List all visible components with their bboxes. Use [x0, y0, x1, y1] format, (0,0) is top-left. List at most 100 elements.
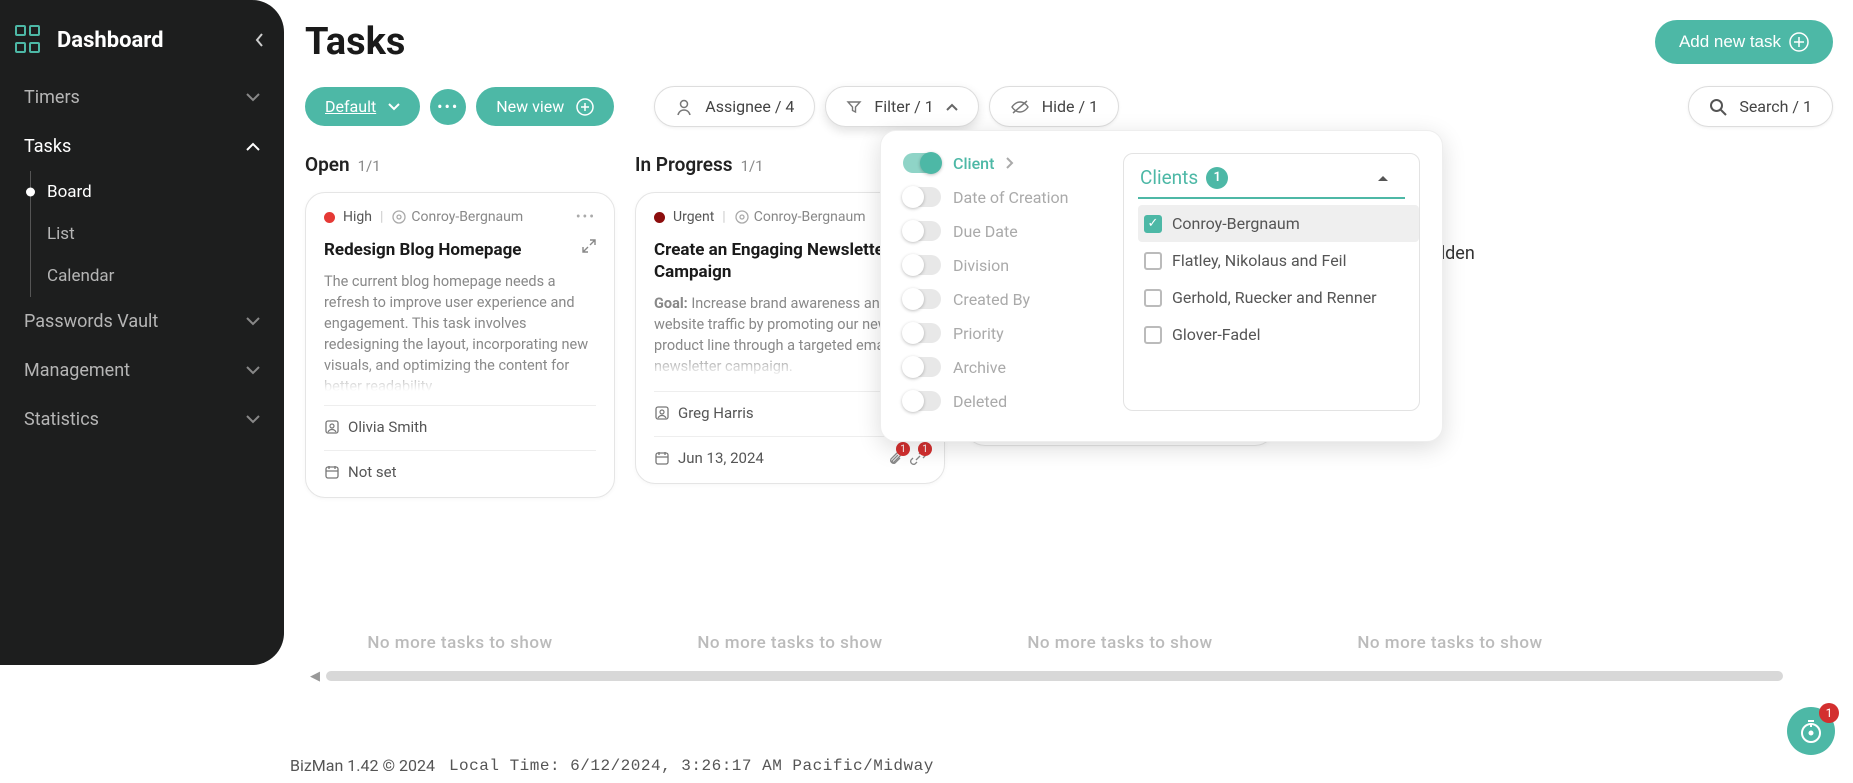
client-name: Conroy-Bergnaum [411, 209, 523, 225]
card-description: The current blog homepage needs a refres… [324, 271, 596, 391]
filter-option-client[interactable]: Client [903, 153, 1103, 173]
toggle[interactable] [903, 289, 941, 309]
client-option[interactable]: Glover-Fadel [1138, 316, 1419, 353]
filter-option-deleted[interactable]: Deleted [903, 391, 1103, 411]
filter-option-created-by[interactable]: Created By [903, 289, 1103, 309]
hide-button[interactable]: Hide / 1 [989, 86, 1119, 127]
sidebar-subitem-label: Calendar [47, 266, 114, 286]
filter-option-priority[interactable]: Priority [903, 323, 1103, 343]
page-title: Tasks [305, 20, 405, 64]
sidebar-collapse-button[interactable] [254, 32, 264, 48]
filter-option-archive[interactable]: Archive [903, 357, 1103, 377]
search-button[interactable]: Search / 1 [1688, 86, 1833, 127]
sidebar-item-calendar[interactable]: Calendar [31, 255, 284, 297]
timer-fab-button[interactable]: 1 [1787, 707, 1835, 755]
filter-option-label: Client [953, 154, 994, 173]
app-logo-icon [15, 25, 45, 55]
scrollbar-track[interactable] [326, 671, 1783, 681]
card-assignee-row: Olivia Smith [324, 405, 596, 436]
clients-list[interactable]: ✓Conroy-Bergnaum Flatley, Nikolaus and F… [1138, 205, 1419, 353]
expand-button[interactable] [582, 239, 596, 253]
sidebar-item-management[interactable]: Management [0, 346, 284, 395]
client-option[interactable]: Flatley, Nikolaus and Feil [1138, 242, 1419, 279]
view-selector-default[interactable]: Default [305, 87, 420, 126]
plus-circle-icon [576, 98, 594, 116]
column-header: Open 1/1 [305, 153, 615, 176]
toggle[interactable] [903, 187, 941, 207]
sidebar-item-list[interactable]: List [31, 213, 284, 255]
assignee-label: Assignee / 4 [705, 97, 794, 116]
sidebar-item-label: Management [24, 360, 130, 381]
priority-label: High [343, 209, 372, 225]
filter-button[interactable]: Filter / 1 [825, 86, 978, 127]
sidebar-subitem-label: List [47, 224, 75, 244]
badge-count: 1 [896, 442, 910, 456]
clients-header[interactable]: Clients 1 [1138, 166, 1405, 199]
client-icon [734, 209, 750, 225]
column-title: In Progress [635, 153, 733, 176]
assignee-name: Greg Harris [678, 404, 754, 422]
chevron-left-icon [254, 32, 264, 48]
checkbox-icon: ✓ [1144, 215, 1162, 233]
sidebar-item-label: Passwords Vault [24, 311, 158, 332]
filter-option-label: Division [953, 256, 1009, 275]
sidebar-item-passwords-vault[interactable]: Passwords Vault [0, 297, 284, 346]
horizontal-scrollbar[interactable]: ◀ [310, 669, 1783, 683]
task-card[interactable]: High | Conroy-Bergnaum ••• Redesign Blog… [305, 192, 615, 498]
local-time: Local Time: 6/12/2024, 3:26:17 AM Pacifi… [449, 757, 934, 775]
filter-options-list: Client Date of Creation Due Date Divisio… [903, 153, 1103, 411]
view-more-button[interactable]: ••• [430, 89, 466, 125]
filter-option-due-date[interactable]: Due Date [903, 221, 1103, 241]
filter-option-date-creation[interactable]: Date of Creation [903, 187, 1103, 207]
sidebar-item-timers[interactable]: Timers [0, 73, 284, 122]
new-view-button[interactable]: New view [476, 87, 614, 126]
no-more-label: No more tasks to show [965, 633, 1275, 653]
toggle[interactable] [903, 255, 941, 275]
desc-prefix: Goal: [654, 295, 691, 312]
toggle[interactable] [903, 357, 941, 377]
chevron-up-icon [246, 142, 260, 151]
filter-option-division[interactable]: Division [903, 255, 1103, 275]
column-count: 1/1 [358, 157, 381, 175]
attachment-badge[interactable]: 1 [888, 450, 904, 466]
client-name: Flatley, Nikolaus and Feil [1172, 251, 1346, 270]
clients-count-badge: 1 [1206, 167, 1228, 189]
link-badge[interactable]: 1 [910, 450, 926, 466]
sidebar-item-tasks[interactable]: Tasks [0, 122, 284, 171]
client-name: Conroy-Bergnaum [754, 209, 866, 225]
toolbar: Default ••• New view Assignee / 4 Filter… [305, 86, 1833, 127]
add-task-button[interactable]: Add new task [1655, 20, 1833, 64]
card-title-text: Redesign Blog Homepage [324, 239, 521, 261]
priority-dot-icon [324, 212, 335, 223]
sidebar: Dashboard Timers Tasks Board List Calend… [0, 0, 284, 665]
client-name: Gerhold, Ruecker and Renner [1172, 288, 1377, 307]
assignee-filter-button[interactable]: Assignee / 4 [654, 86, 815, 127]
client-option[interactable]: ✓Conroy-Bergnaum [1138, 205, 1419, 242]
separator: | [380, 209, 383, 225]
toggle[interactable] [903, 323, 941, 343]
client-icon [391, 209, 407, 225]
footer: BizMan 1.42 © 2024 Local Time: 6/12/2024… [290, 756, 934, 775]
sidebar-item-label: Tasks [24, 136, 71, 157]
checkbox-icon [1144, 289, 1162, 307]
client-option[interactable]: Gerhold, Ruecker and Renner [1138, 279, 1419, 316]
filter-option-label: Priority [953, 324, 1004, 343]
user-badge-icon [324, 419, 340, 435]
checkbox-icon [1144, 326, 1162, 344]
sidebar-submenu-tasks: Board List Calendar [30, 171, 284, 297]
filter-label: Filter / 1 [874, 97, 933, 116]
column-open: Open 1/1 High | Conroy-Bergnaum ••• Rede… [305, 153, 615, 498]
filter-popup: Client Date of Creation Due Date Divisio… [880, 130, 1443, 442]
toggle[interactable] [903, 221, 941, 241]
sidebar-item-board[interactable]: Board [31, 171, 284, 213]
card-more-button[interactable]: ••• [576, 209, 596, 225]
sidebar-item-statistics[interactable]: Statistics [0, 395, 284, 444]
checkbox-icon [1144, 252, 1162, 270]
toggle-client[interactable] [903, 153, 941, 173]
toggle[interactable] [903, 391, 941, 411]
card-meta: High | Conroy-Bergnaum ••• [324, 209, 596, 225]
date-value: Not set [348, 463, 397, 481]
separator: | [722, 209, 725, 225]
chevron-down-icon [246, 317, 260, 326]
card-client: Conroy-Bergnaum [391, 209, 523, 225]
